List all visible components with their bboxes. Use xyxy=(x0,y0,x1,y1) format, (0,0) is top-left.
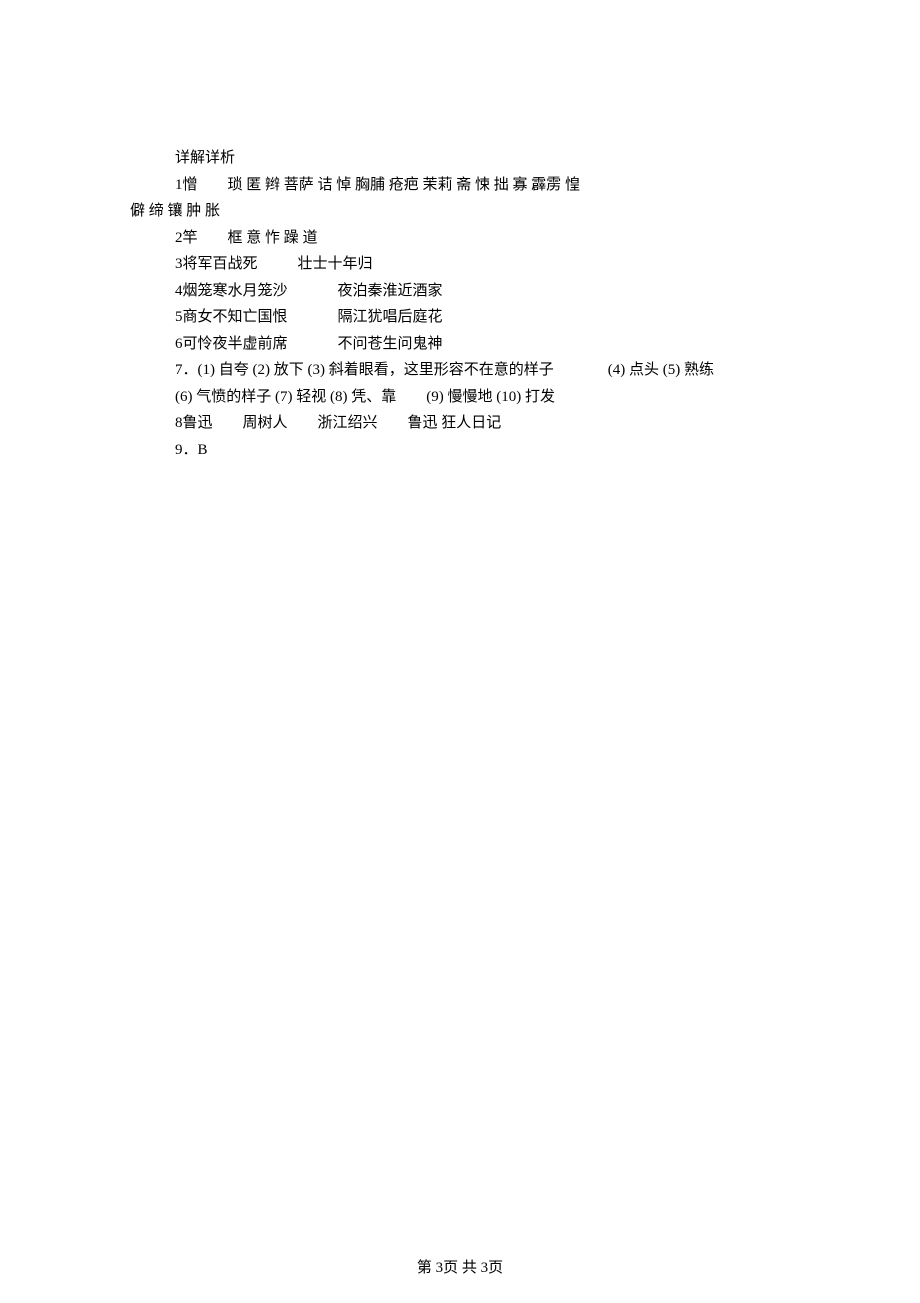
text-1a: 1憎 xyxy=(175,177,198,193)
text-2b: 框 意 怍 躁 道 xyxy=(228,230,318,246)
text-4a: 4烟笼寒水月笼沙 xyxy=(175,283,288,299)
text-6b: 不问苍生问鬼神 xyxy=(338,336,443,352)
text-8a: 8鲁迅 xyxy=(175,415,213,431)
text-2a: 2竿 xyxy=(175,230,198,246)
text-8b: 周树人 xyxy=(243,415,288,431)
header-line: 详解详析 xyxy=(130,145,790,172)
text-6a: 6可怜夜半虚前席 xyxy=(175,336,288,352)
line-7-part-a: 7．(1) 自夸 (2) 放下 (3) 斜着眼看，这里形容不在意的样子 (4) 点… xyxy=(130,357,790,384)
line-7-part-b: (6) 气愤的样子 (7) 轻视 (8) 凭、靠 (9) 慢慢地 (10) 打发 xyxy=(130,384,790,411)
text-7d: (9) 慢慢地 (10) 打发 xyxy=(426,389,555,405)
line-5: 5商女不知亡国恨 隔江犹唱后庭花 xyxy=(130,304,790,331)
text-9: 9．B xyxy=(175,442,208,458)
page-footer: 第 3页 共 3页 xyxy=(0,1256,920,1277)
text-7b: (4) 点头 (5) 熟练 xyxy=(608,362,714,378)
text-3b: 壮士十年归 xyxy=(298,256,373,272)
line-9: 9．B xyxy=(130,437,790,464)
text-1b: 琐 匿 辫 菩萨 诘 悼 胸脯 疮疤 茉莉 斋 悚 拙 寡 霹雳 惶 xyxy=(228,177,581,193)
text-5a: 5商女不知亡国恨 xyxy=(175,309,288,325)
line-6: 6可怜夜半虚前席 不问苍生问鬼神 xyxy=(130,331,790,358)
line-8: 8鲁迅 周树人 浙江绍兴 鲁迅 狂人日记 xyxy=(130,410,790,437)
document-content: 详解详析 1憎 琐 匿 辫 菩萨 诘 悼 胸脯 疮疤 茉莉 斋 悚 拙 寡 霹雳 … xyxy=(0,0,920,463)
line-1-part-b: 僻 缔 镶 肿 胀 xyxy=(130,198,790,225)
text-8c: 浙江绍兴 xyxy=(318,415,378,431)
text-8d: 鲁迅 狂人日记 xyxy=(408,415,502,431)
line-1-part-a: 1憎 琐 匿 辫 菩萨 诘 悼 胸脯 疮疤 茉莉 斋 悚 拙 寡 霹雳 惶 xyxy=(130,172,790,199)
text-7c: (6) 气愤的样子 (7) 轻视 (8) 凭、靠 xyxy=(175,389,396,405)
header-text: 详解详析 xyxy=(175,150,235,166)
line-4: 4烟笼寒水月笼沙 夜泊秦淮近酒家 xyxy=(130,278,790,305)
text-4b: 夜泊秦淮近酒家 xyxy=(338,283,443,299)
text-1c: 僻 缔 镶 肿 胀 xyxy=(130,203,220,219)
text-7a: 7．(1) 自夸 (2) 放下 (3) 斜着眼看，这里形容不在意的样子 xyxy=(175,362,554,378)
text-3a: 3将军百战死 xyxy=(175,256,258,272)
text-5b: 隔江犹唱后庭花 xyxy=(338,309,443,325)
line-3: 3将军百战死 壮士十年归 xyxy=(130,251,790,278)
line-2: 2竿 框 意 怍 躁 道 xyxy=(130,225,790,252)
page-number: 第 3页 共 3页 xyxy=(417,1260,503,1276)
